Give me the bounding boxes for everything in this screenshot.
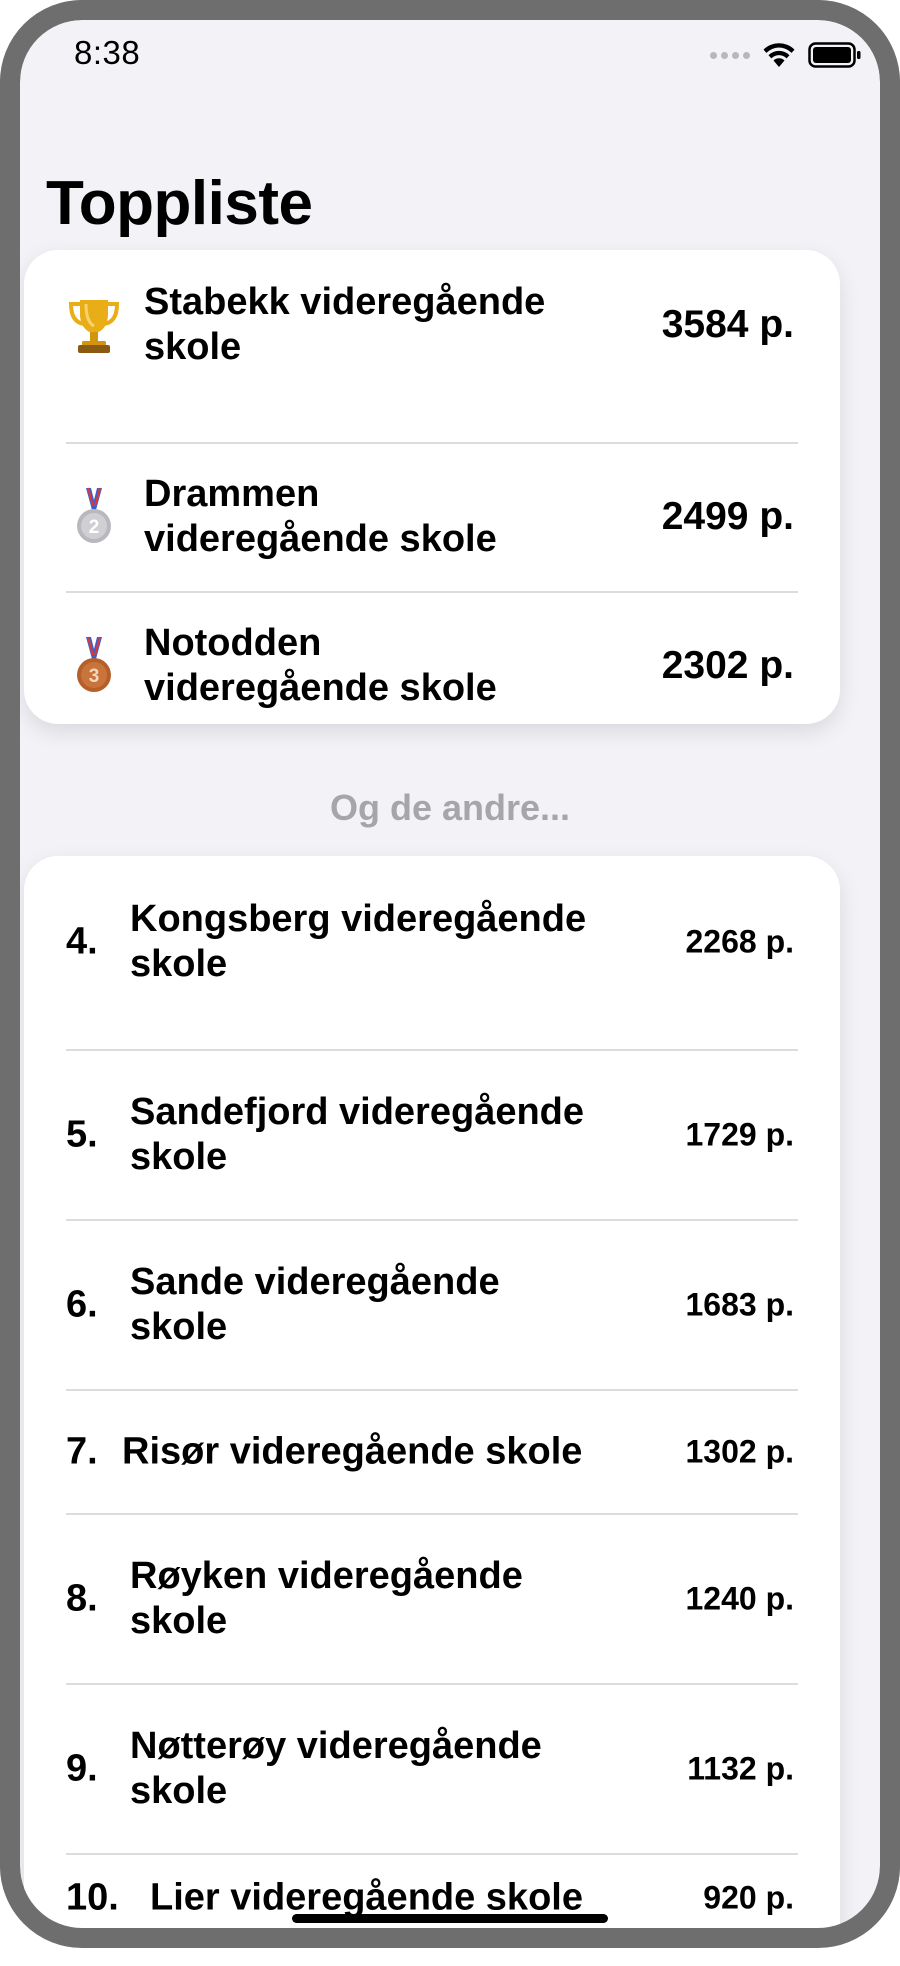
- status-time: 8:38: [74, 34, 141, 71]
- leaderboard-row-6[interactable]: 6. Sande videregående skole 1683 p.: [66, 1220, 798, 1389]
- svg-text:3: 3: [89, 666, 100, 687]
- school-name: Drammen videregående skole: [144, 473, 497, 560]
- school-points: 920 p.: [703, 1879, 794, 1916]
- leaderboard-row-5[interactable]: 5. Sandefjord videregående skole 1729 p.: [66, 1050, 798, 1219]
- school-points: 2302 p.: [661, 644, 794, 687]
- home-indicator[interactable]: [292, 1914, 608, 1923]
- school-name: Sande videregående skole: [130, 1260, 500, 1348]
- row-divider: [66, 1853, 798, 1855]
- leaderboard-row-4[interactable]: 4. Kongsberg videregående skole 2268 p.: [66, 856, 798, 1028]
- trophy-icon: [68, 300, 120, 353]
- rank-number: 9.: [66, 1747, 98, 1789]
- rank-number: 6.: [66, 1283, 98, 1325]
- leaderboard-row-10[interactable]: 10. Lier videregående skole 920 p.: [66, 1856, 798, 1966]
- leaderboard-row-8[interactable]: 8. Røyken videregående skole 1240 p.: [66, 1514, 798, 1683]
- silver-medal-icon: 2: [77, 487, 111, 543]
- school-points: 2268 p.: [685, 923, 794, 960]
- school-points: 1729 p.: [685, 1116, 794, 1152]
- section-label: Og de andre...: [329, 787, 571, 828]
- school-name: Notodden videregående skole: [144, 622, 497, 709]
- school-name: Risør videregående skole: [122, 1430, 583, 1472]
- school-name: Stabekk videregående skole: [144, 281, 546, 368]
- rank-number: 8.: [66, 1577, 98, 1619]
- signal-dots-icon: [710, 51, 750, 59]
- school-points: 1302 p.: [685, 1433, 794, 1469]
- svg-text:2: 2: [89, 517, 100, 538]
- leaderboard-row-3[interactable]: 3 Notodden videregående skole 2302 p.: [66, 592, 798, 740]
- status-bar: 8:38: [20, 20, 880, 110]
- rank-number: 4.: [66, 920, 98, 963]
- school-points: 1132 p.: [687, 1750, 794, 1786]
- school-name: Røyken videregående skole: [130, 1554, 523, 1642]
- top-three-card: Stabekk videregående skole 3584 p. 2 Dra…: [24, 250, 840, 724]
- leaderboard-row-9[interactable]: 9. Nøtterøy videregående skole 1132 p.: [66, 1684, 798, 1853]
- school-points: 2499 p.: [661, 495, 794, 538]
- page-title: Toppliste: [46, 169, 313, 238]
- school-name: Nøtterøy videregående skole: [130, 1724, 542, 1812]
- others-card: 4. Kongsberg videregående skole 2268 p. …: [24, 856, 840, 1956]
- bronze-medal-icon: 3: [77, 636, 111, 692]
- leaderboard-row-7[interactable]: 7. Risør videregående skole 1302 p.: [66, 1390, 798, 1513]
- rank-number: 10.: [66, 1876, 119, 1919]
- rank-number: 7.: [66, 1430, 98, 1472]
- school-name: Sandefjord videregående skole: [130, 1090, 585, 1178]
- status-icons: [710, 38, 862, 72]
- school-name: Kongsberg videregående skole: [130, 898, 587, 985]
- school-points: 3584 p.: [661, 303, 794, 346]
- leaderboard-row-2[interactable]: 2 Drammen videregående skole 2499 p.: [66, 443, 798, 591]
- battery-icon: [808, 42, 861, 68]
- rank-number: 5.: [66, 1113, 98, 1155]
- school-points: 1240 p.: [685, 1580, 794, 1616]
- wifi-icon: [763, 43, 795, 67]
- leaderboard-row-1[interactable]: Stabekk videregående skole 3584 p.: [66, 250, 798, 400]
- school-points: 1683 p.: [685, 1286, 794, 1322]
